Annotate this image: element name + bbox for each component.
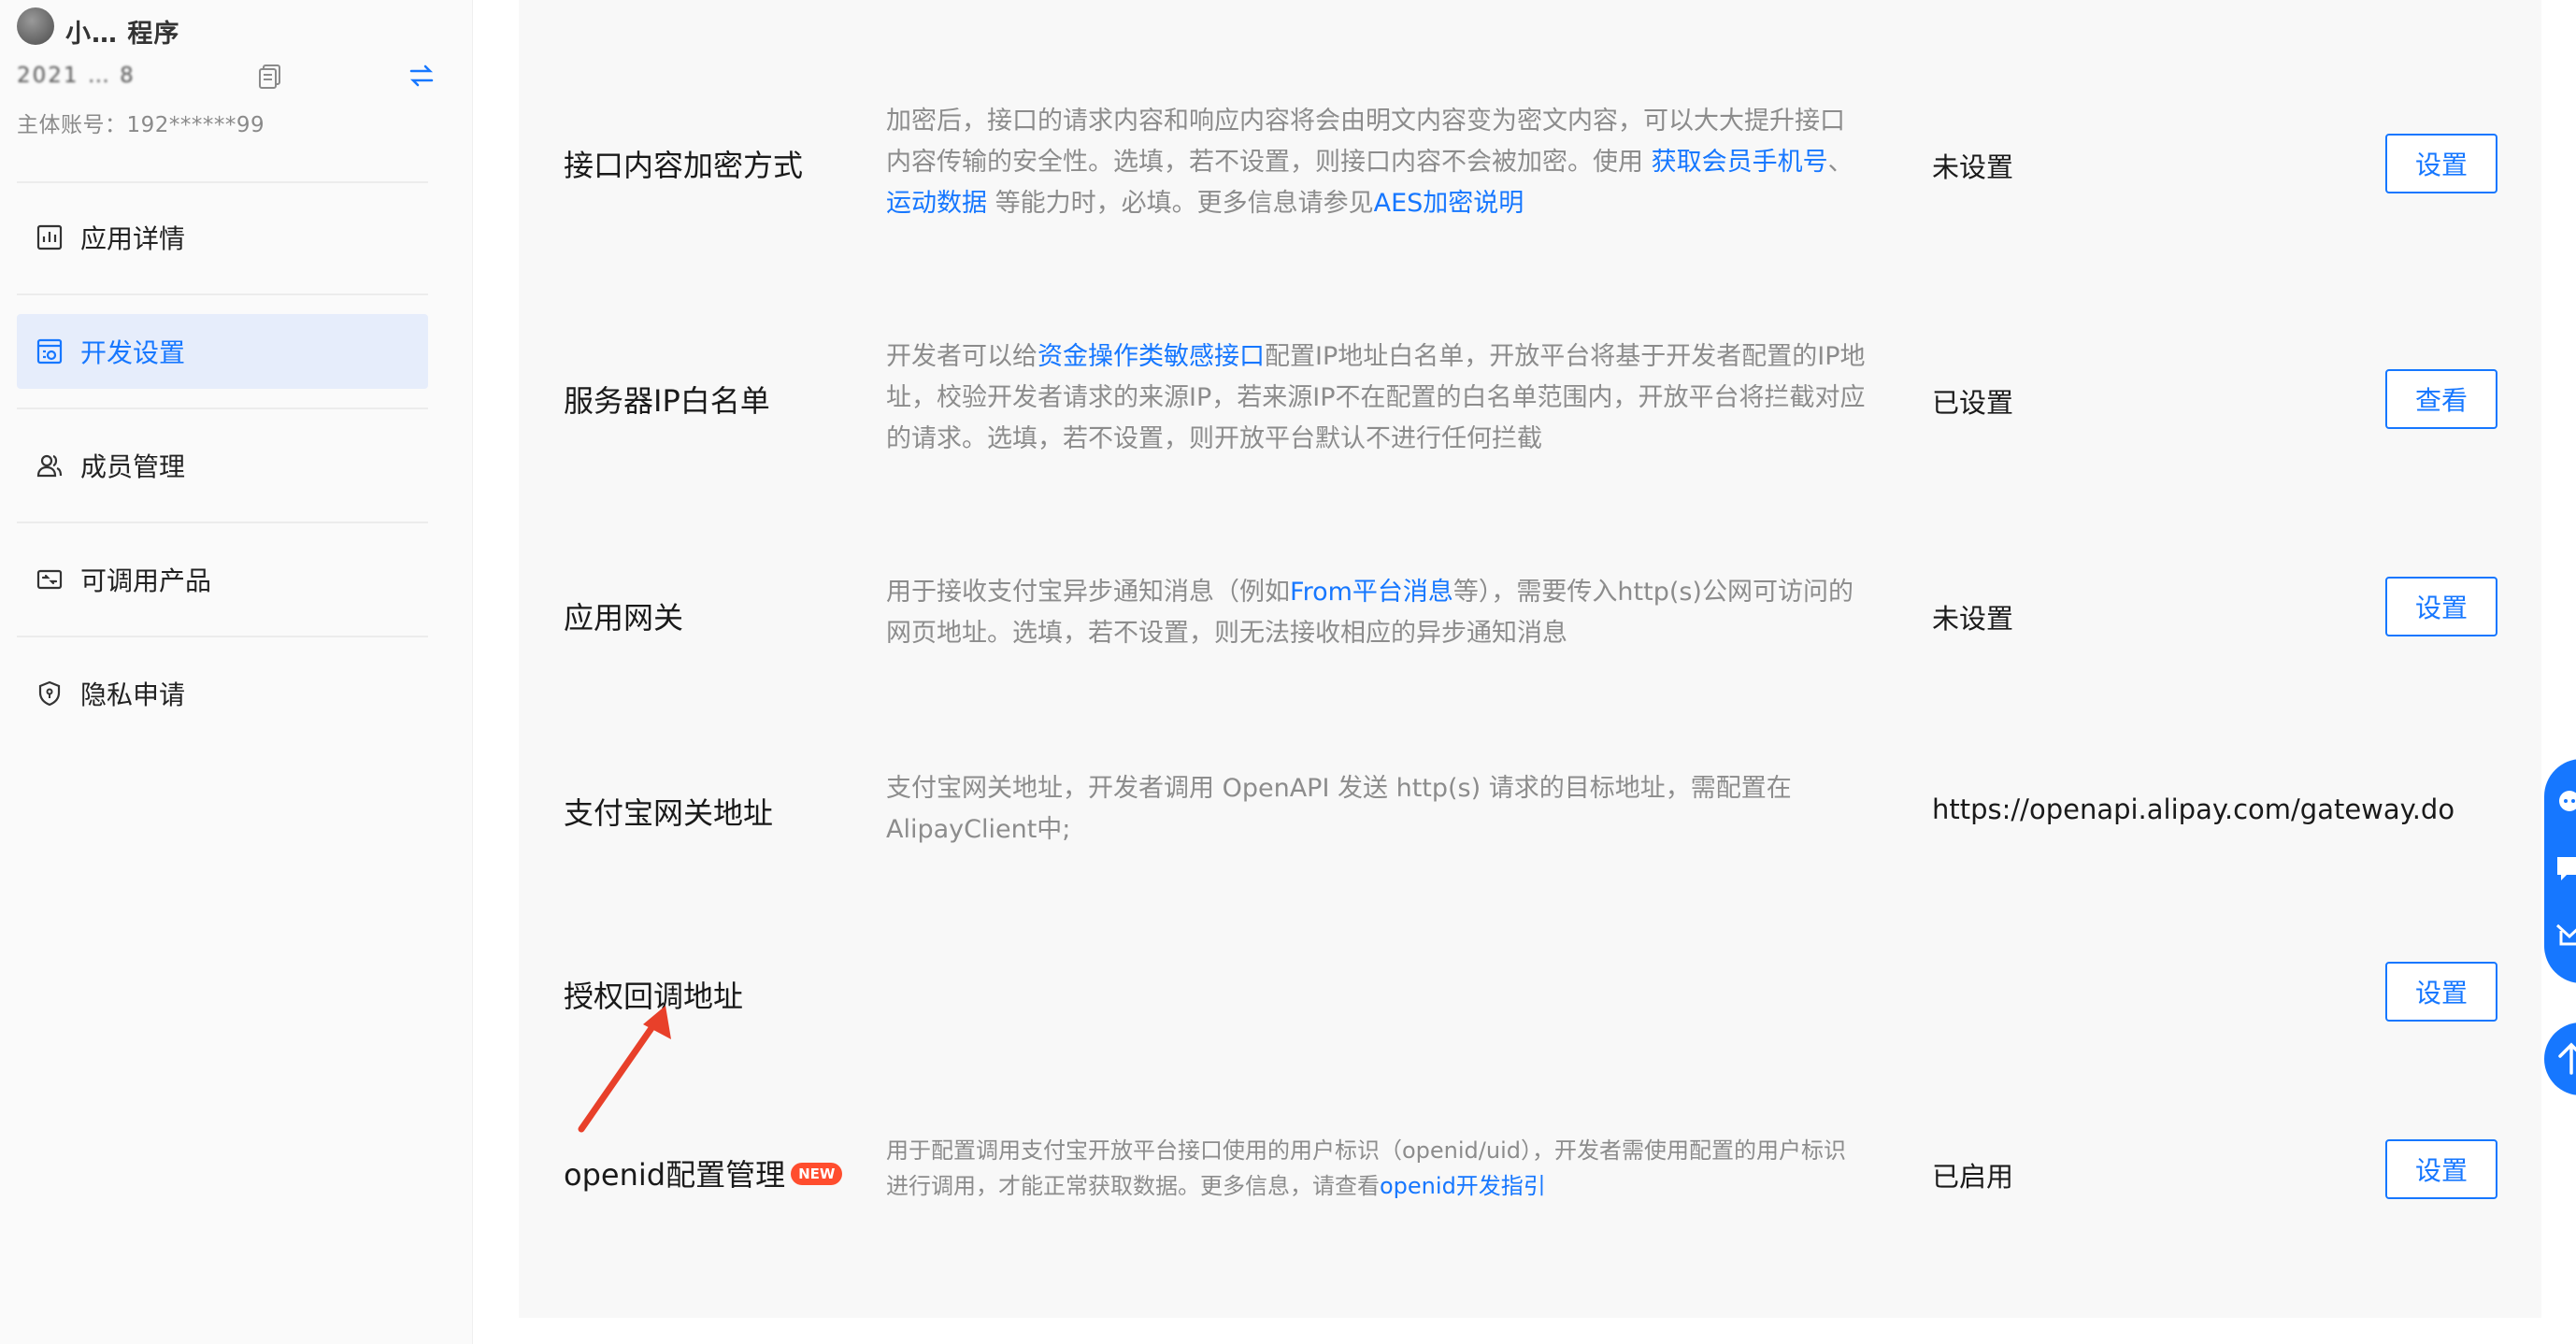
link-aes-docs[interactable]: AES加密说明 (1374, 189, 1524, 218)
desc-text: 开发者可以给 (886, 342, 1038, 371)
sidebar-item-label: 开发设置 (80, 337, 186, 368)
back-to-top-button[interactable] (2544, 1022, 2576, 1095)
app-logo (17, 7, 54, 45)
row-title-openid: openid配置管理 NEW (564, 1151, 843, 1194)
shield-icon (38, 680, 61, 707)
sidebar-item-members[interactable]: 成员管理 (17, 428, 428, 503)
desc-text: 用于配置调用支付宝开放平台接口使用的用户标识（openid/uid），开发者需使… (886, 1137, 1846, 1199)
sidebar-item-dev-settings[interactable]: 开发设置 (17, 314, 428, 389)
row-title-ip-whitelist: 服务器IP白名单 (564, 383, 770, 419)
new-badge: NEW (791, 1163, 843, 1185)
chart-icon (36, 224, 63, 250)
floating-toolbar (2544, 759, 2576, 983)
row-desc-ip-whitelist: 开发者可以给资金操作类敏感接口配置IP地址白名单，开放平台将基于开发者配置的IP… (886, 336, 1868, 460)
sidebar-divider (17, 293, 428, 295)
openid-set-button[interactable]: 设置 (2385, 1139, 2497, 1199)
app-name: 小… 程序 (65, 20, 180, 49)
sidebar-item-products[interactable]: 可调用产品 (17, 542, 428, 617)
row-desc-encryption: 加密后，接口的请求内容和响应内容将会由明文内容变为密文内容，可以大大提升接口内容… (886, 101, 1868, 224)
row-title-encryption: 接口内容加密方式 (564, 148, 804, 183)
link-fund-sensitive-api[interactable]: 资金操作类敏感接口 (1038, 342, 1265, 371)
sidebar-divider (17, 181, 428, 183)
row-desc-openid: 用于配置调用支付宝开放平台接口使用的用户标识（openid/uid），开发者需使… (886, 1133, 1849, 1204)
product-icon (36, 569, 63, 590)
sidebar-item-label: 应用详情 (80, 223, 186, 254)
app-gateway-set-button[interactable]: 设置 (2385, 577, 2497, 636)
sidebar: 小… 程序 2021 … 8 主体账号：192******99 应用详情 开发设… (0, 0, 473, 1344)
encryption-set-button[interactable]: 设置 (2385, 134, 2497, 193)
sidebar-item-privacy[interactable]: 隐私申请 (17, 656, 428, 731)
copy-icon[interactable] (258, 64, 282, 90)
openid-title-text: openid配置管理 (564, 1157, 786, 1193)
switch-icon[interactable] (408, 64, 436, 88)
app-header: 小… 程序 2021 … 8 主体账号：192******99 (17, 4, 456, 172)
sidebar-divider (17, 636, 428, 637)
link-sports-data[interactable]: 运动数据 (886, 189, 987, 218)
link-from-platform-msg[interactable]: From平台消息 (1290, 578, 1453, 607)
auth-callback-set-button[interactable]: 设置 (2385, 962, 2497, 1022)
status-app-gateway: 未设置 (1932, 603, 2014, 635)
sidebar-divider (17, 522, 428, 523)
status-openid: 已启用 (1932, 1161, 2014, 1193)
sidebar-item-label: 隐私申请 (80, 679, 186, 710)
feedback-icon[interactable] (2554, 918, 2576, 950)
desc-text: 用于接收支付宝异步通知消息（例如 (886, 578, 1290, 607)
members-icon (36, 454, 63, 478)
ip-whitelist-view-button[interactable]: 查看 (2385, 369, 2497, 429)
chat-icon[interactable] (2554, 852, 2576, 884)
support-icon[interactable] (2554, 787, 2576, 819)
account-id: 主体账号：192******99 (17, 113, 265, 137)
row-title-alipay-gateway: 支付宝网关地址 (564, 795, 774, 831)
desc-text: 等能力时，必填。更多信息请参见 (987, 189, 1374, 218)
status-ip-whitelist: 已设置 (1932, 387, 2014, 419)
row-desc-app-gateway: 用于接收支付宝异步通知消息（例如From平台消息等），需要传入http(s)公网… (886, 572, 1868, 654)
sidebar-item-label: 可调用产品 (80, 565, 212, 596)
annotation-arrow-icon (578, 1006, 671, 1133)
settings-doc-icon (36, 338, 63, 365)
arrow-up-icon (2558, 1042, 2576, 1075)
app-id: 2021 … 8 (17, 64, 136, 88)
sidebar-divider (17, 407, 428, 409)
link-openid-guide[interactable]: openid开发指引 (1380, 1173, 1546, 1199)
sidebar-item-app-detail[interactable]: 应用详情 (17, 200, 428, 275)
desc-text: 、 (1827, 148, 1853, 177)
row-title-app-gateway: 应用网关 (564, 600, 684, 636)
row-desc-alipay-gateway: 支付宝网关地址，开发者调用 OpenAPI 发送 http(s) 请求的目标地址… (886, 774, 1792, 844)
alipay-gateway-url: https://openapi.alipay.com/gateway.do (1932, 794, 2455, 825)
status-encryption: 未设置 (1932, 151, 2014, 183)
link-get-member-phone[interactable]: 获取会员手机号 (1652, 148, 1828, 177)
sidebar-item-label: 成员管理 (80, 451, 186, 482)
